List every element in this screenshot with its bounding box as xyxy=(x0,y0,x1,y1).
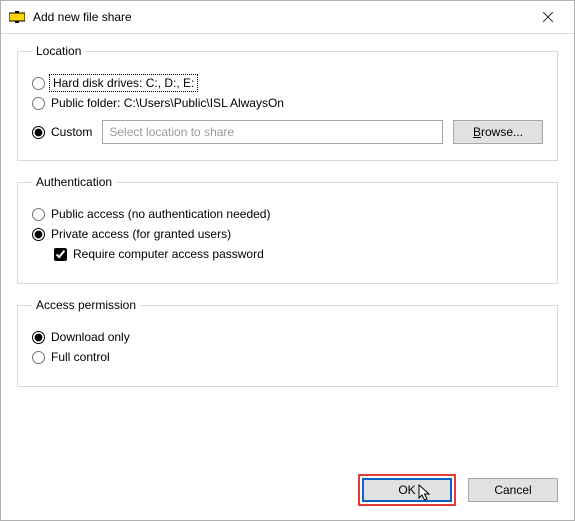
cancel-button[interactable]: Cancel xyxy=(468,478,558,502)
radio-custom[interactable]: Custom xyxy=(32,125,92,139)
radio-public-access-input[interactable] xyxy=(32,208,45,221)
radio-hard-disk-label: Hard disk drives: C:, D:, E: xyxy=(51,76,196,90)
ok-highlight: OK xyxy=(358,474,456,506)
ok-button-label: OK xyxy=(398,483,415,497)
radio-download-only[interactable]: Download only xyxy=(32,330,130,344)
group-authentication: Authentication Public access (no authent… xyxy=(17,175,558,284)
close-icon xyxy=(543,12,553,22)
checkbox-require-password-label: Require computer access password xyxy=(73,247,264,261)
radio-full-control-input[interactable] xyxy=(32,351,45,364)
radio-private-access-input[interactable] xyxy=(32,228,45,241)
radio-private-access[interactable]: Private access (for granted users) xyxy=(32,227,231,241)
radio-full-control-label: Full control xyxy=(51,350,110,364)
group-access-permission: Access permission Download only Full con… xyxy=(17,298,558,387)
dialog-body: Location Hard disk drives: C:, D:, E: Pu… xyxy=(1,34,574,387)
dialog-add-file-share: Add new file share Location Hard disk dr… xyxy=(0,0,575,521)
ok-button[interactable]: OK xyxy=(362,478,452,502)
app-icon xyxy=(9,9,25,25)
checkbox-require-password[interactable]: Require computer access password xyxy=(54,247,264,261)
radio-hard-disk[interactable]: Hard disk drives: C:, D:, E: xyxy=(32,76,196,90)
radio-public-access-label: Public access (no authentication needed) xyxy=(51,207,270,221)
radio-public-folder-label: Public folder: C:\Users\Public\ISL Alway… xyxy=(51,96,284,110)
group-location: Location Hard disk drives: C:, D:, E: Pu… xyxy=(17,44,558,161)
group-access-permission-legend: Access permission xyxy=(32,298,140,312)
browse-button-label: Browse... xyxy=(473,125,523,139)
radio-private-access-label: Private access (for granted users) xyxy=(51,227,231,241)
radio-public-access[interactable]: Public access (no authentication needed) xyxy=(32,207,270,221)
radio-public-folder-input[interactable] xyxy=(32,97,45,110)
group-authentication-legend: Authentication xyxy=(32,175,116,189)
radio-download-only-input[interactable] xyxy=(32,331,45,344)
group-location-legend: Location xyxy=(32,44,85,58)
browse-button[interactable]: Browse... xyxy=(453,120,543,144)
radio-custom-label: Custom xyxy=(51,125,92,139)
dialog-title: Add new file share xyxy=(33,10,528,24)
radio-download-only-label: Download only xyxy=(51,330,130,344)
dialog-footer: OK Cancel xyxy=(358,474,558,506)
cursor-icon xyxy=(418,484,432,505)
cancel-button-label: Cancel xyxy=(494,483,531,497)
titlebar: Add new file share xyxy=(1,1,574,34)
radio-public-folder[interactable]: Public folder: C:\Users\Public\ISL Alway… xyxy=(32,96,284,110)
close-button[interactable] xyxy=(528,4,568,30)
radio-full-control[interactable]: Full control xyxy=(32,350,110,364)
radio-custom-input[interactable] xyxy=(32,126,45,139)
radio-hard-disk-input[interactable] xyxy=(32,77,45,90)
custom-location-input[interactable] xyxy=(102,120,443,144)
checkbox-require-password-input[interactable] xyxy=(54,248,67,261)
